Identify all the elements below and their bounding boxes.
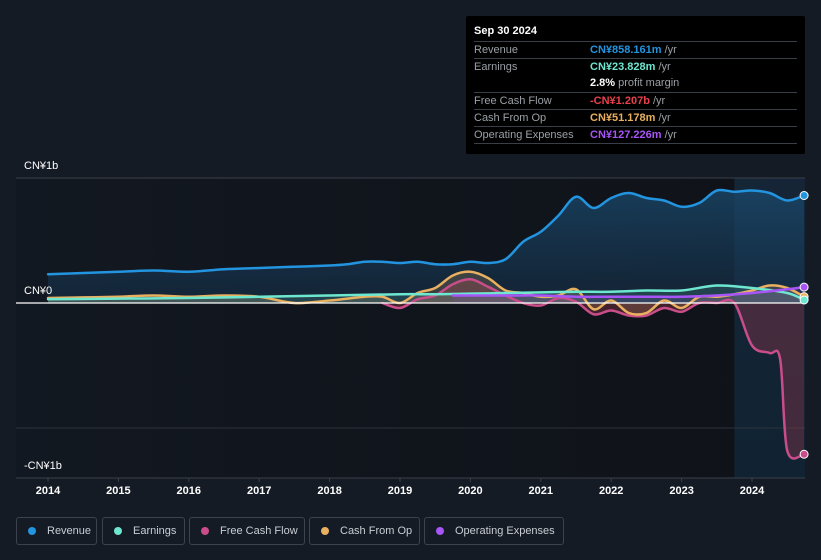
profit-margin-value: 2.8% [590, 77, 616, 89]
legend-item-free-cash-flow[interactable]: Free Cash Flow [189, 517, 305, 545]
tooltip-unit: /yr [664, 129, 677, 141]
x-tick-label: 2022 [598, 485, 624, 497]
tooltip-label: Revenue [474, 44, 519, 56]
tooltip-panel: Sep 30 2024 Revenue CN¥858.161m /yr Earn… [466, 16, 805, 154]
x-tick-label: 2017 [246, 485, 272, 497]
tooltip-row-cash-from-op: Cash From Op CN¥51.178m /yr [474, 109, 797, 127]
legend-label: Revenue [47, 525, 92, 537]
legend-dot-icon [201, 527, 209, 535]
legend-dot-icon [436, 527, 444, 535]
tooltip-value-text: CN¥51.178m [590, 112, 656, 124]
tooltip-value-text: CN¥858.161m [590, 44, 662, 56]
legend-item-cash-from-op[interactable]: Cash From Op [309, 517, 420, 545]
tooltip-value-text: CN¥127.226m [590, 129, 662, 141]
tooltip-row-earnings: Earnings CN¥23.828m /yr [474, 58, 797, 76]
x-tick-label: 2014 [35, 485, 61, 497]
earnings-end-marker [799, 295, 809, 305]
tooltip-label: Free Cash Flow [474, 95, 552, 107]
tooltip-row-free-cash-flow: Free Cash Flow -CN¥1.207b /yr [474, 92, 797, 110]
tooltip-label: Cash From Op [474, 112, 547, 124]
tooltip-row-profit-margin: 2.8% profit margin [474, 75, 797, 92]
legend-item-operating-expenses[interactable]: Operating Expenses [424, 517, 564, 545]
legend-dot-icon [321, 527, 329, 535]
tooltip-date: Sep 30 2024 [474, 25, 537, 37]
operating-expenses-end-marker [799, 282, 809, 292]
tooltip-value: CN¥51.178m /yr [590, 112, 671, 124]
x-tick-label: 2019 [387, 485, 413, 497]
tooltip-value: CN¥858.161m /yr [590, 44, 677, 56]
legend-label: Earnings [133, 525, 177, 537]
tooltip-unit: /yr [658, 61, 671, 73]
tooltip-row-revenue: Revenue CN¥858.161m /yr [474, 41, 797, 59]
x-tick-label: 2016 [176, 485, 202, 497]
x-tick-label: 2024 [739, 485, 765, 497]
tooltip-divider [474, 143, 797, 144]
legend-item-revenue[interactable]: Revenue [16, 517, 97, 545]
tooltip-value: -CN¥1.207b /yr [590, 95, 665, 107]
tooltip-unit: /yr [652, 95, 666, 107]
tooltip-label: Earnings [474, 61, 518, 73]
tooltip-value-text: -CN¥1.207b [590, 95, 650, 107]
x-tick-label: 2015 [106, 485, 131, 497]
tooltip-value: CN¥23.828m /yr [590, 61, 671, 73]
x-tick-label: 2021 [528, 485, 554, 497]
profit-margin-label: profit margin [618, 77, 680, 89]
legend-label: Free Cash Flow [220, 525, 298, 537]
x-tick-label: 2020 [458, 485, 483, 497]
legend-label: Operating Expenses [455, 525, 555, 537]
y-tick-label-bottom: -CN¥1b [24, 460, 62, 472]
legend-label: Cash From Op [340, 525, 413, 537]
revenue-end-marker [799, 191, 809, 200]
tooltip-unit: /yr [658, 112, 671, 124]
free-cash-flow-end-marker [799, 449, 809, 459]
y-tick-label-top: CN¥1b [24, 160, 59, 172]
tooltip-label: Operating Expenses [474, 129, 574, 141]
legend-item-earnings[interactable]: Earnings [102, 517, 185, 545]
tooltip-value: CN¥127.226m /yr [590, 129, 677, 141]
x-tick-label: 2018 [317, 485, 342, 497]
x-tick-label: 2023 [669, 485, 694, 497]
tooltip-value-text: CN¥23.828m [590, 61, 656, 73]
tooltip-row-operating-expenses: Operating Expenses CN¥127.226m /yr [474, 126, 797, 144]
legend-dot-icon [28, 527, 36, 535]
tooltip-unit: /yr [664, 44, 677, 56]
tooltip-margin: 2.8% profit margin [590, 77, 679, 89]
y-tick-label-zero: CN¥0 [24, 285, 53, 297]
legend-dot-icon [114, 527, 122, 535]
